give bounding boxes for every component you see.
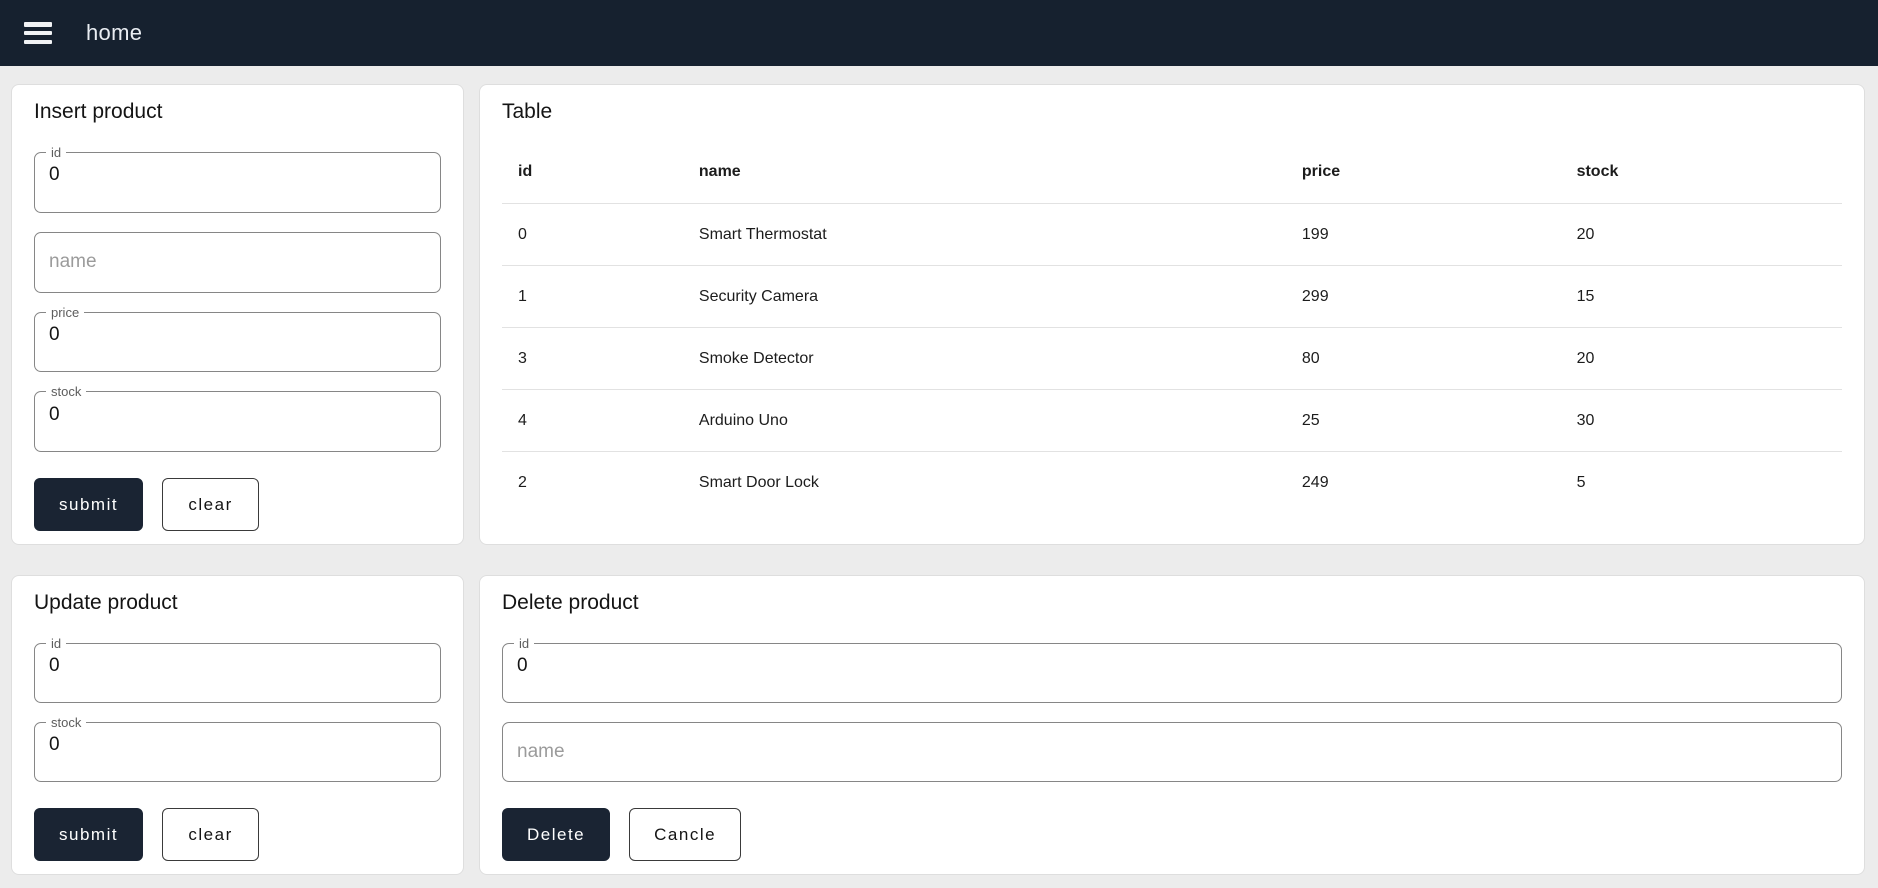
cell-stock: 15 — [1560, 265, 1842, 328]
table-row: 3 Smoke Detector 80 20 — [502, 327, 1842, 390]
delete-button-row: Delete Cancle — [502, 808, 1842, 861]
table-row: 1 Security Camera 299 15 — [502, 265, 1842, 328]
update-button-row: submit clear — [34, 808, 441, 861]
cell-name: Smart Thermostat — [682, 203, 1286, 266]
table-panel-title: Table — [502, 100, 553, 123]
table-row: 0 Smart Thermostat 199 20 — [502, 203, 1842, 266]
delete-id-field: id — [502, 636, 1842, 703]
insert-price-label: price — [46, 304, 85, 320]
delete-id-input[interactable] — [503, 644, 1841, 702]
delete-product-panel: Delete product id Delete Cancle — [479, 575, 1865, 875]
update-panel-title: Update product — [34, 591, 178, 614]
cell-id: 0 — [502, 203, 683, 266]
insert-stock-field: stock — [34, 384, 441, 452]
table-header-name: name — [682, 135, 1286, 204]
cell-name: Smoke Detector — [682, 327, 1286, 390]
insert-panel-title: Insert product — [34, 100, 163, 123]
insert-name-input[interactable] — [35, 232, 440, 292]
update-clear-button[interactable]: clear — [162, 808, 260, 861]
top-navbar: home — [0, 0, 1878, 66]
cell-name: Smart Door Lock — [698, 473, 819, 491]
table-row: 4 Arduino Uno 25 30 — [502, 389, 1842, 452]
products-table: id name price stock 0 Smart Thermostat 1… — [502, 135, 1842, 514]
delete-panel-title: Delete product — [502, 591, 639, 614]
insert-stock-label: stock — [46, 384, 87, 400]
delete-cancel-button[interactable]: Cancle — [629, 808, 742, 861]
insert-name-field — [34, 231, 441, 293]
main-content: Insert product id price stock submit cle… — [0, 66, 1878, 875]
update-stock-label: stock — [46, 715, 87, 730]
table-header-id: id — [502, 135, 683, 204]
table-header-row: id name price stock — [502, 135, 1842, 204]
hamburger-menu-icon[interactable] — [24, 22, 52, 44]
insert-id-field: id — [34, 145, 441, 213]
insert-button-row: submit clear — [34, 478, 441, 531]
update-id-label: id — [46, 636, 67, 651]
update-id-input[interactable] — [35, 644, 440, 702]
cell-stock: 30 — [1560, 389, 1842, 452]
cell-id: 3 — [502, 327, 683, 390]
cell-price: 80 — [1285, 327, 1561, 390]
cell-price: 199 — [1285, 203, 1561, 266]
delete-name-field — [502, 722, 1842, 782]
cell-price: 299 — [1285, 265, 1561, 328]
insert-submit-button[interactable]: submit — [34, 478, 144, 531]
update-stock-input[interactable] — [35, 723, 440, 781]
cell-price: 25 — [1285, 389, 1561, 452]
update-id-field: id — [34, 636, 441, 703]
cell-id: 1 — [502, 265, 683, 328]
navbar-title: home — [86, 20, 143, 45]
table-row: 2 Smart Door Lock 249 5 — [502, 452, 1842, 514]
cell-name: Security Camera — [682, 265, 1286, 328]
insert-product-panel: Insert product id price stock submit cle… — [11, 84, 464, 545]
insert-price-input[interactable] — [35, 312, 440, 372]
update-product-panel: Update product id stock submit clear — [11, 575, 464, 875]
cell-price: 249 — [1301, 473, 1329, 491]
cell-id: 4 — [502, 389, 683, 452]
insert-id-label: id — [46, 145, 67, 160]
table-panel: Table id name price stock 0 Smart Thermo… — [479, 84, 1865, 545]
update-stock-field: stock — [34, 715, 441, 782]
delete-id-label: id — [514, 636, 535, 651]
cell-stock: 5 — [1576, 473, 1586, 491]
table-header-stock: stock — [1560, 135, 1842, 204]
insert-clear-button[interactable]: clear — [162, 478, 260, 531]
table-header-price: price — [1285, 135, 1561, 204]
delete-confirm-button[interactable]: Delete — [502, 808, 611, 861]
cell-id: 2 — [518, 473, 527, 491]
insert-stock-input[interactable] — [35, 392, 440, 451]
cell-stock: 20 — [1560, 203, 1842, 266]
insert-id-input[interactable] — [35, 153, 440, 212]
update-submit-button[interactable]: submit — [34, 808, 144, 861]
cell-name: Arduino Uno — [682, 389, 1286, 452]
delete-name-input[interactable] — [503, 723, 1841, 781]
insert-price-field: price — [34, 304, 441, 373]
cell-stock: 20 — [1560, 327, 1842, 390]
